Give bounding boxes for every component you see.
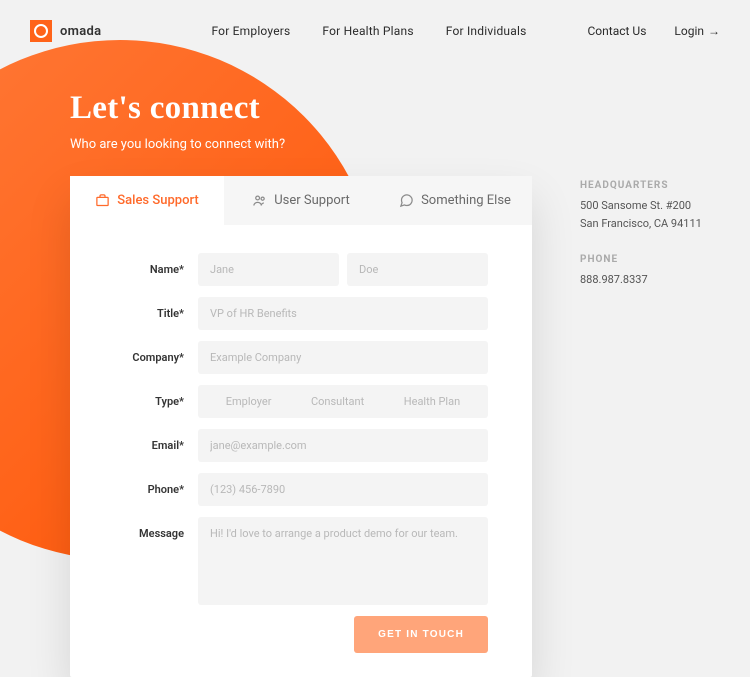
header-right: Contact Us Login → xyxy=(588,24,721,38)
hq-label: HEADQUARTERS xyxy=(580,180,702,191)
tab-sales-support[interactable]: Sales Support xyxy=(70,176,224,225)
nav-health-plans[interactable]: For Health Plans xyxy=(322,24,413,38)
label-company: Company* xyxy=(114,351,198,364)
phone-label: PHONE xyxy=(580,254,702,265)
label-message: Message xyxy=(114,517,198,540)
message-input[interactable] xyxy=(198,517,488,605)
tab-user-support[interactable]: User Support xyxy=(224,176,378,225)
label-name: Name* xyxy=(114,263,198,276)
users-icon xyxy=(252,193,267,208)
hq-address-line2: San Francisco, CA 94111 xyxy=(580,215,702,233)
type-option-consultant[interactable]: Consultant xyxy=(311,395,364,408)
header: omada For Employers For Health Plans For… xyxy=(0,0,750,42)
title-input[interactable] xyxy=(198,297,488,330)
tab-label: User Support xyxy=(274,193,350,208)
company-input[interactable] xyxy=(198,341,488,374)
contact-card: Sales Support User Support Something Els… xyxy=(70,176,532,677)
page-title: Let's connect xyxy=(70,90,750,127)
type-options: Employer Consultant Health Plan xyxy=(198,385,488,418)
login-link[interactable]: Login → xyxy=(674,24,720,38)
hero: Let's connect Who are you looking to con… xyxy=(0,42,750,152)
contact-sidebar: HEADQUARTERS 500 Sansome St. #200 San Fr… xyxy=(580,176,702,311)
tab-label: Sales Support xyxy=(117,193,198,208)
logo-icon xyxy=(30,20,52,42)
nav-individuals[interactable]: For Individuals xyxy=(446,24,527,38)
label-phone: Phone* xyxy=(114,483,198,496)
email-input[interactable] xyxy=(198,429,488,462)
logo-text: omada xyxy=(60,24,101,39)
label-email: Email* xyxy=(114,439,198,452)
primary-nav: For Employers For Health Plans For Indiv… xyxy=(211,24,526,38)
type-option-employer[interactable]: Employer xyxy=(226,395,272,408)
phone-input[interactable] xyxy=(198,473,488,506)
first-name-input[interactable] xyxy=(198,253,339,286)
last-name-input[interactable] xyxy=(347,253,488,286)
logo[interactable]: omada xyxy=(30,20,101,42)
nav-employers[interactable]: For Employers xyxy=(211,24,290,38)
chat-icon xyxy=(399,193,414,208)
phone-value: 888.987.8337 xyxy=(580,271,702,289)
contact-form: Name* Title* Company* Type* Employer Con… xyxy=(70,225,532,677)
page-subtitle: Who are you looking to connect with? xyxy=(70,137,750,152)
arrow-right-icon: → xyxy=(708,24,720,38)
submit-button[interactable]: GET IN TOUCH xyxy=(354,616,488,653)
tab-something-else[interactable]: Something Else xyxy=(378,176,532,225)
label-title: Title* xyxy=(114,307,198,320)
type-option-healthplan[interactable]: Health Plan xyxy=(404,395,460,408)
tabs: Sales Support User Support Something Els… xyxy=(70,176,532,225)
label-type: Type* xyxy=(114,395,198,408)
login-label: Login xyxy=(674,24,704,38)
contact-link[interactable]: Contact Us xyxy=(588,24,647,38)
briefcase-icon xyxy=(95,193,110,208)
tab-label: Something Else xyxy=(421,193,511,208)
hq-address-line1: 500 Sansome St. #200 xyxy=(580,197,702,215)
